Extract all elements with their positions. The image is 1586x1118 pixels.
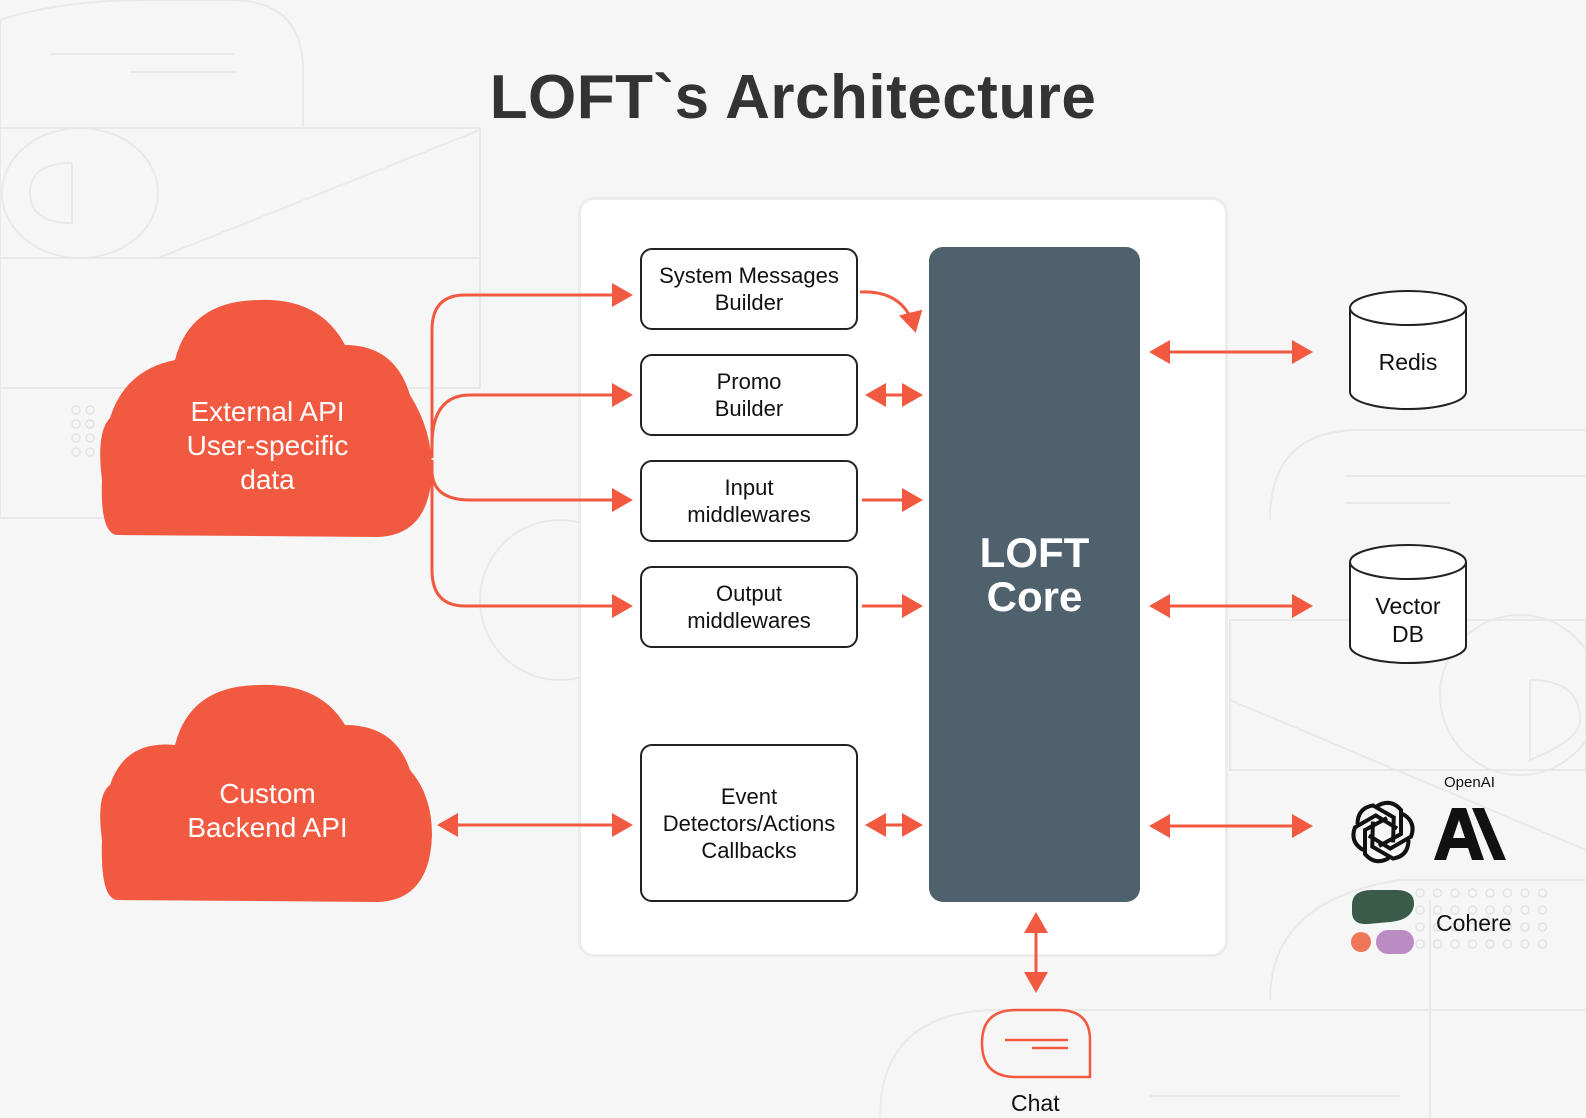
module-line: System Messages: [659, 263, 839, 288]
module-line: Builder: [714, 290, 784, 315]
arrow-system-messages-to-core: [859, 290, 923, 333]
external-api-label: External API User-specific data: [130, 395, 405, 497]
chat-label: Chat: [1011, 1090, 1060, 1116]
core-line-1: LOFT: [979, 528, 1090, 576]
module-line: Event: [720, 783, 778, 809]
loft-core-box[interactable]: LOFT Core: [929, 247, 1140, 902]
output-middlewares-box[interactable]: Output middlewares: [640, 566, 858, 648]
cohere-label: Cohere: [1436, 910, 1512, 936]
openai-logo-icon: [1346, 799, 1420, 865]
vector-db-label: Vector DB: [1350, 592, 1466, 648]
arrow-external-to-system-messages: [430, 283, 633, 458]
chat-bubble-icon[interactable]: [980, 1008, 1092, 1079]
external-api-line-3: data: [240, 464, 295, 495]
module-line: middlewares: [687, 608, 811, 633]
promo-builder-box[interactable]: Promo Builder: [640, 354, 858, 436]
module-line: Output: [715, 581, 783, 606]
redis-text: Redis: [1378, 349, 1438, 375]
module-line: Callbacks: [701, 837, 797, 863]
module-line: middlewares: [687, 502, 811, 527]
external-api-line-2: User-specific: [186, 430, 349, 461]
module-line: Detectors/Actions: [662, 810, 836, 836]
custom-backend-api-label: Custom Backend API: [130, 777, 405, 845]
openai-label: OpenAI: [1444, 774, 1495, 791]
module-line: Builder: [714, 396, 784, 421]
vector-db-line-2: DB: [1392, 621, 1424, 647]
event-detectors-box[interactable]: Event Detectors/Actions Callbacks: [640, 744, 858, 902]
system-messages-builder-box[interactable]: System Messages Builder: [640, 248, 858, 330]
custom-backend-line-1: Custom: [219, 778, 316, 809]
arrow-external-to-promo: [430, 383, 633, 446]
anthropic-logo-icon: [1434, 808, 1506, 860]
diagram-canvas: [100, 283, 1506, 1079]
core-line-2: Core: [986, 572, 1083, 620]
cohere-logo-icon: [1351, 890, 1415, 954]
redis-label: Redis: [1350, 348, 1466, 376]
arrow-external-to-output: [430, 460, 633, 618]
external-api-line-1: External API: [190, 396, 345, 427]
module-line: Input: [724, 475, 774, 500]
arrow-external-to-input: [430, 469, 633, 512]
custom-backend-line-2: Backend API: [187, 812, 348, 843]
input-middlewares-box[interactable]: Input middlewares: [640, 460, 858, 542]
vector-db-line-1: Vector: [1375, 593, 1441, 619]
module-line: Promo: [716, 369, 782, 394]
